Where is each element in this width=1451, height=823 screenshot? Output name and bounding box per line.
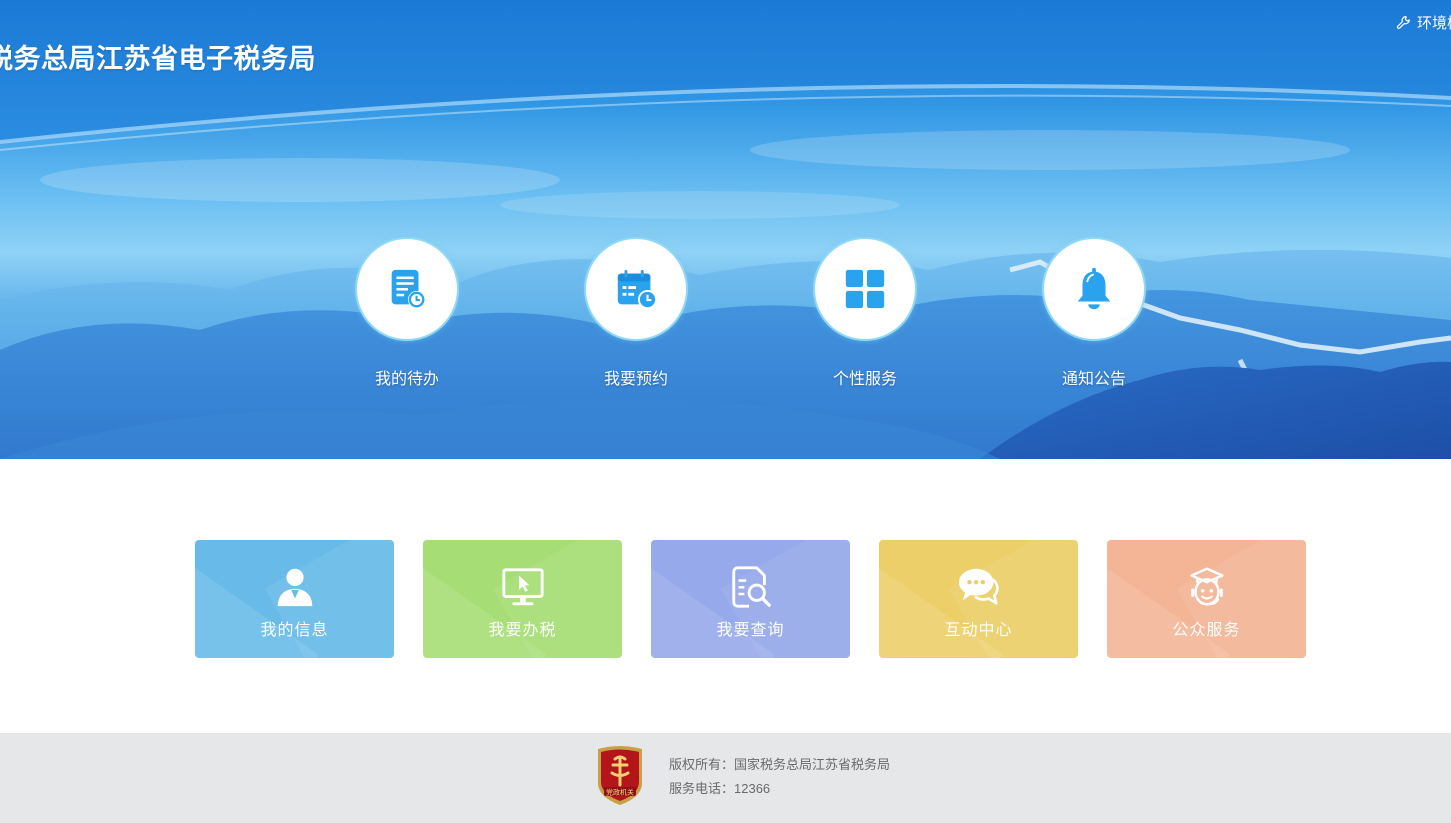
chat-bubble-icon <box>958 568 999 605</box>
footer: 党政机关 版权所有：国家税务总局江苏省税务局 服务电话：12366 <box>0 733 1451 823</box>
environment-check-label: 环境检测 <box>1417 15 1451 32</box>
quick-action-circle <box>355 237 459 341</box>
quick-action-notice[interactable]: 通知公告 <box>1042 237 1146 389</box>
quick-action-label: 个性服务 <box>832 371 897 388</box>
quick-action-circle <box>1042 237 1146 341</box>
calendar-clock-icon <box>617 269 658 310</box>
service-agent-icon <box>1189 567 1224 606</box>
service-phone-text: 服务电话：12366 <box>669 781 771 796</box>
party-government-badge-icon[interactable]: 党政机关 <box>595 745 645 807</box>
service-label: 互动中心 <box>944 622 1013 639</box>
copyright-text: 版权所有：国家税务总局江苏省税务局 <box>669 757 891 772</box>
site-title: 税务总局江苏省电子税务局 <box>0 44 316 74</box>
monitor-cursor-icon <box>501 568 544 606</box>
document-search-icon <box>731 566 771 608</box>
service-label: 公众服务 <box>1172 622 1241 639</box>
service-query[interactable]: 我要查询 <box>651 540 850 658</box>
quick-action-label: 通知公告 <box>1061 371 1126 388</box>
bell-icon <box>1077 267 1111 310</box>
service-tax-handling[interactable]: 我要办税 <box>423 540 622 658</box>
environment-check-link[interactable]: 环境检测 <box>1395 12 1451 33</box>
service-my-info[interactable]: 我的信息 <box>195 540 394 658</box>
service-label: 我要查询 <box>716 622 785 639</box>
todo-document-clock-icon <box>391 269 426 309</box>
service-label: 我要办税 <box>488 622 557 639</box>
user-icon <box>277 568 312 607</box>
quick-action-circle <box>584 237 688 341</box>
quick-action-appointment[interactable]: 我要预约 <box>584 237 688 389</box>
quick-action-label: 我要预约 <box>603 371 668 388</box>
quick-action-label: 我的待办 <box>374 371 439 388</box>
service-public[interactable]: 公众服务 <box>1107 540 1306 658</box>
service-label: 我的信息 <box>260 622 329 639</box>
hero-banner: 税务总局江苏省电子税务局 环境检测 我的待办 <box>0 0 1451 459</box>
wrench-icon <box>1396 15 1410 29</box>
quick-action-todo[interactable]: 我的待办 <box>355 237 459 389</box>
quick-action-circle <box>813 237 917 341</box>
footer-info: 版权所有：国家税务总局江苏省税务局 服务电话：12366 <box>669 753 890 801</box>
service-interaction-center[interactable]: 互动中心 <box>879 540 1078 658</box>
badge-text: 党政机关 <box>606 788 634 797</box>
grid-icon <box>845 269 885 309</box>
quick-action-personal-service[interactable]: 个性服务 <box>813 237 917 389</box>
